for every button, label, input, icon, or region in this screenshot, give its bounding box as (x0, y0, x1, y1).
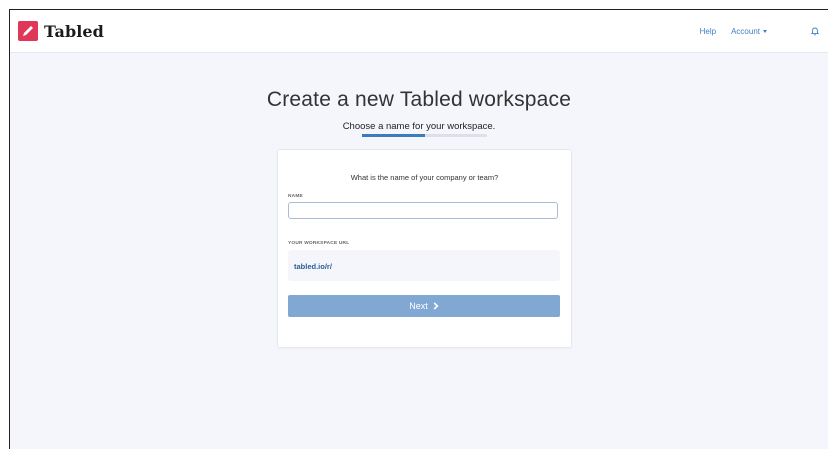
page-subtitle: Choose a name for your workspace. (342, 121, 496, 132)
bell-icon[interactable] (811, 27, 819, 36)
workspace-url-label: YOUR WORKSPACE URL (288, 241, 350, 246)
name-label: NAME (288, 194, 303, 199)
app-window: Tabled Help Account Create a new Tabled … (9, 9, 828, 449)
progress-bar-fill (362, 134, 425, 137)
page-title: Create a new Tabled workspace (266, 88, 572, 111)
brand-name: Tabled (44, 21, 104, 41)
account-label: Account (731, 26, 760, 36)
next-button[interactable]: Next (288, 295, 560, 317)
workspace-url-display: tabled.io/r/ (288, 250, 560, 281)
pencil-icon (18, 21, 38, 41)
brand[interactable]: Tabled (18, 21, 104, 41)
account-menu[interactable]: Account (731, 27, 767, 36)
caret-down-icon (763, 29, 767, 33)
progress-bar (362, 134, 487, 137)
form-question: What is the name of your company or team… (350, 173, 499, 182)
help-link[interactable]: Help (700, 27, 716, 36)
top-navbar: Tabled Help Account (10, 10, 828, 53)
workspace-form-card: What is the name of your company or team… (277, 149, 572, 348)
next-button-label: Next (409, 301, 428, 311)
nav-right: Help Account (700, 10, 828, 52)
chevron-right-icon (433, 302, 439, 310)
workspace-url-value: tabled.io/r/ (294, 262, 332, 271)
workspace-name-input[interactable] (288, 202, 558, 219)
